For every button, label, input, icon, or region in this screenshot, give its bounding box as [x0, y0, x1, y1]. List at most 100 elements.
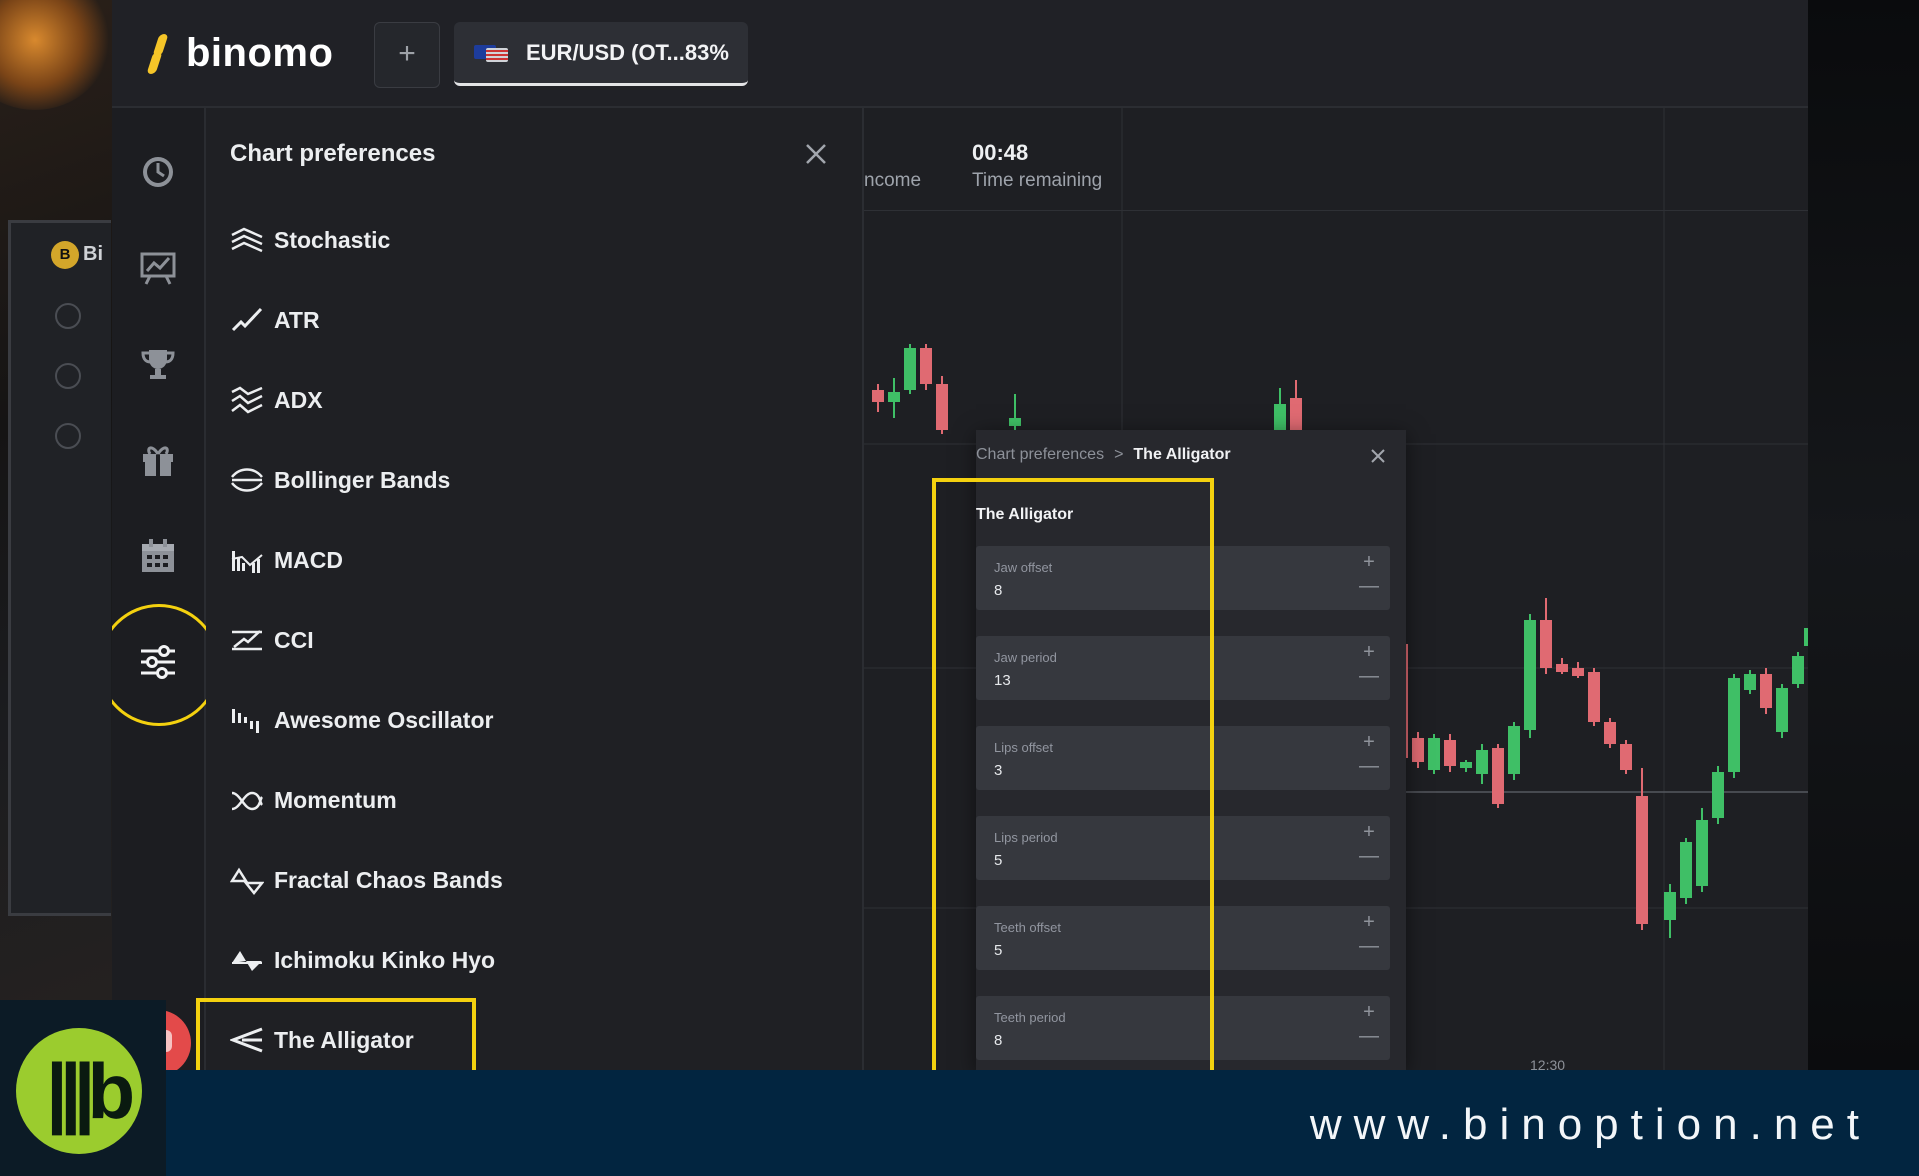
candle	[1588, 672, 1600, 722]
eur-usd-flag-icon	[474, 44, 508, 62]
candle	[1540, 620, 1552, 668]
indicator-ichimoku-kinko-hyo[interactable]: Ichimoku Kinko Hyo	[230, 938, 495, 982]
top-bar: binomo + EUR/USD (OT...83%	[112, 0, 1808, 108]
indicator-label: Ichimoku Kinko Hyo	[274, 946, 496, 973]
indicator-momentum[interactable]: Momentum	[230, 778, 397, 822]
indicator-fractal-chaos-bands[interactable]: Fractal Chaos Bands	[230, 858, 503, 902]
close-icon[interactable]	[1368, 446, 1388, 466]
asset-tab-label: EUR/USD (OT...83%	[526, 39, 729, 65]
indicator-stochastic[interactable]: Stochastic	[230, 218, 390, 262]
chart-board-icon	[140, 252, 176, 285]
candle	[1604, 722, 1616, 744]
candle	[1556, 664, 1568, 672]
close-icon[interactable]	[800, 138, 832, 170]
decrement-button[interactable]: —	[1358, 756, 1380, 776]
indicator-atr[interactable]: ATR	[230, 298, 320, 342]
indicator-label: Awesome Oscillator	[274, 706, 494, 733]
decrement-button[interactable]: —	[1358, 846, 1380, 866]
panel-title: Chart preferences	[230, 140, 436, 167]
candle	[888, 392, 900, 402]
increment-button[interactable]: +	[1358, 552, 1380, 572]
indicator-label: CCI	[274, 626, 314, 653]
candle	[1728, 678, 1740, 772]
candle	[1712, 772, 1724, 818]
breadcrumb: Chart preferences > The Alligator	[976, 446, 1231, 464]
cci-icon	[232, 630, 262, 651]
candle	[1508, 726, 1520, 774]
brand-name: binomo	[186, 30, 334, 75]
indicator-awesome-oscillator[interactable]: Awesome Oscillator	[230, 698, 493, 742]
momentum-icon	[231, 791, 264, 811]
candle	[936, 384, 948, 430]
decrement-button[interactable]: —	[1358, 1026, 1380, 1046]
decrement-button[interactable]: —	[1358, 666, 1380, 686]
decrement-button[interactable]: —	[1358, 576, 1380, 596]
candle	[1009, 418, 1021, 426]
candle	[1804, 628, 1808, 646]
time-remaining-label: Time remaining	[972, 170, 1103, 191]
macd-icon	[231, 551, 263, 573]
candle	[1792, 656, 1804, 684]
candle	[920, 348, 932, 384]
time-remaining-value: 00:48	[972, 140, 1029, 165]
indicator-label: Stochastic	[274, 226, 391, 253]
binomo-logo-icon	[146, 32, 176, 74]
breadcrumb-root[interactable]: Chart preferences	[976, 446, 1104, 464]
candle	[1274, 404, 1286, 432]
rail-item-history[interactable]	[134, 148, 182, 196]
clock-icon	[143, 157, 173, 187]
candle	[1476, 750, 1488, 774]
binomo-app: binomo + EUR/USD (OT...83% Chart prefere…	[112, 0, 1808, 1070]
background-right	[1808, 0, 1919, 1070]
candle	[1524, 620, 1536, 730]
atr-icon	[231, 307, 263, 332]
background-laptop: B Bi	[8, 220, 111, 916]
increment-button[interactable]: +	[1358, 912, 1380, 932]
candle	[1460, 762, 1472, 768]
laptop-mini-logo: B	[51, 241, 79, 269]
background-glow	[0, 0, 110, 110]
laptop-mini-icon	[55, 303, 81, 329]
increment-button[interactable]: +	[1358, 1002, 1380, 1022]
rail-item-calendar[interactable]	[134, 532, 182, 580]
candle	[1572, 668, 1584, 676]
rail-item-promotions[interactable]	[134, 436, 182, 484]
breadcrumb-current: The Alligator	[1133, 446, 1231, 463]
indicator-cci[interactable]: CCI	[230, 618, 314, 662]
increment-button[interactable]: +	[1358, 732, 1380, 752]
increment-button[interactable]: +	[1358, 822, 1380, 842]
bollinger-icon	[231, 468, 263, 492]
candle	[1636, 796, 1648, 924]
candle	[1744, 674, 1756, 690]
candle	[1412, 738, 1424, 762]
ichimoku-icon	[232, 951, 262, 971]
increment-button[interactable]: +	[1358, 642, 1380, 662]
gift-icon	[143, 446, 173, 476]
asset-tab-eur-usd[interactable]: EUR/USD (OT...83%	[454, 22, 748, 86]
trade-info-header: ncome 00:48 Time remaining	[864, 108, 1808, 211]
laptop-mini-icon	[55, 363, 81, 389]
awesome-oscillator-icon	[232, 709, 259, 733]
candle	[872, 390, 884, 402]
candle	[1680, 842, 1692, 898]
rail-item-trades[interactable]	[134, 244, 182, 292]
decrement-button[interactable]: —	[1358, 936, 1380, 956]
alligator-fields-highlight-box	[932, 478, 1214, 1070]
indicator-label: ADX	[274, 386, 323, 413]
stochastic-icon	[231, 227, 263, 253]
candle	[1492, 748, 1504, 804]
indicator-label: Bollinger Bands	[274, 466, 451, 493]
add-asset-tab-button[interactable]: +	[374, 22, 440, 88]
indicator-adx[interactable]: ADX	[230, 378, 323, 422]
indicator-bollinger-bands[interactable]: Bollinger Bands	[230, 458, 450, 502]
footer-logo-area: |||b	[0, 1000, 166, 1176]
fractal-icon	[230, 867, 264, 895]
binomo-logo[interactable]: binomo	[146, 30, 333, 76]
indicator-macd[interactable]: MACD	[230, 538, 343, 582]
candle	[1696, 820, 1708, 886]
adx-icon	[231, 386, 263, 414]
calendar-icon	[142, 539, 174, 572]
indicator-label: Momentum	[274, 786, 397, 813]
candle	[1760, 674, 1772, 708]
rail-item-tournaments[interactable]	[134, 340, 182, 388]
